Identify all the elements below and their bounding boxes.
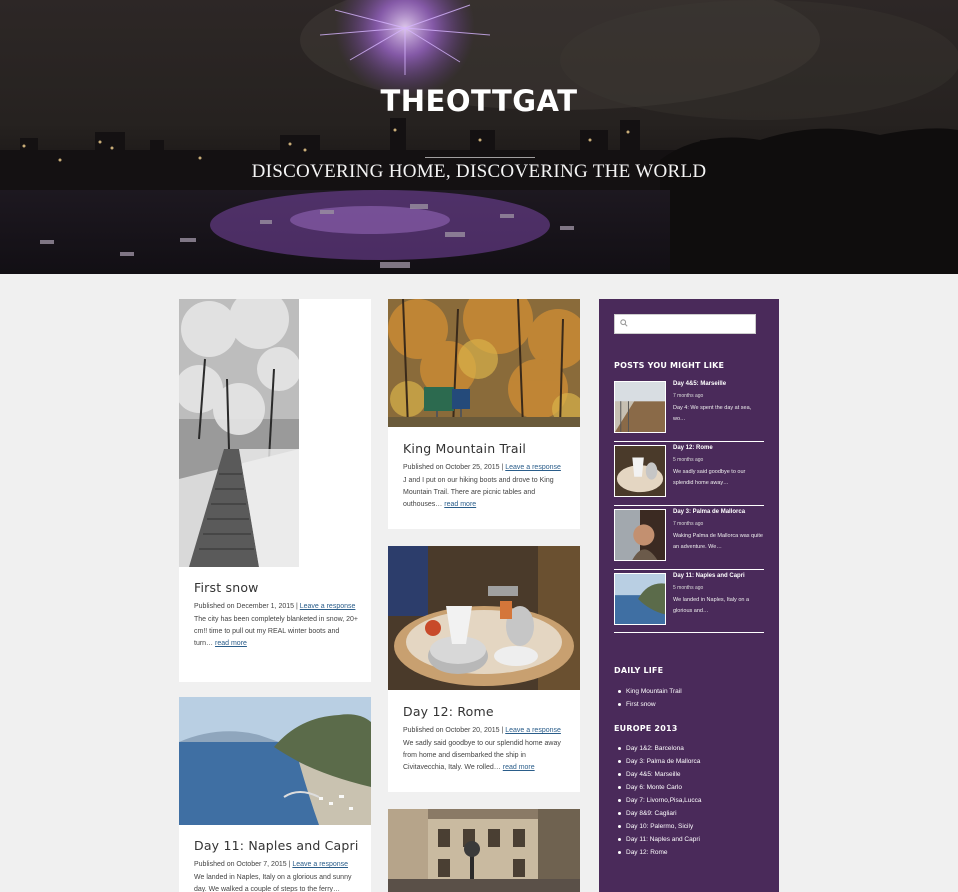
post-card-partial [388, 809, 580, 892]
category-link[interactable]: Day 11: Naples and Capri [614, 833, 702, 846]
daily-life-heading: DAILY LIFE [614, 666, 664, 675]
post-thumbnail-street[interactable] [388, 809, 580, 892]
category-link[interactable]: Day 7: Livorno,Pisa,Lucca [614, 794, 702, 807]
sidebar: POSTS YOU MIGHT LIKE Day 4&5: Marseille … [599, 299, 779, 892]
related-post-thumbnail[interactable] [614, 509, 666, 561]
europe-2013-list: Day 1&2: Barcelona Day 3: Palma de Mallo… [614, 742, 702, 859]
header-divider [425, 157, 535, 158]
leave-response-link[interactable]: Leave a response [505, 464, 561, 471]
divider [614, 441, 764, 442]
header-background-image [0, 0, 958, 274]
post-thumbnail-king-mountain[interactable] [388, 299, 580, 427]
post-title[interactable]: Day 12: Rome [403, 704, 568, 719]
leave-response-link[interactable]: Leave a response [300, 603, 356, 610]
read-more-link[interactable]: read more [503, 764, 535, 771]
related-post-thumbnail[interactable] [614, 381, 666, 433]
related-post[interactable]: Day 11: Naples and Capri 5 months ago We… [614, 571, 764, 631]
category-link[interactable]: Day 3: Palma de Mallorca [614, 755, 702, 768]
search-icon [620, 319, 628, 327]
post-date: Published on October 7, 2015 [194, 861, 287, 868]
site-tagline: DISCOVERING HOME, DISCOVERING THE WORLD [251, 161, 707, 182]
category-link[interactable]: Day 10: Palermo, Sicily [614, 820, 702, 833]
category-link[interactable]: Day 12: Rome [614, 846, 702, 859]
related-post-excerpt: We sadly said goodbye to our splendid ho… [673, 469, 746, 486]
post-card-first-snow: First snow Published on December 1, 2015… [179, 299, 371, 682]
post-card-day12-rome: Day 12: Rome Published on October 20, 20… [388, 546, 580, 792]
related-post-date: 5 months ago [673, 585, 704, 591]
category-link[interactable]: Day 6: Monte Carlo [614, 781, 702, 794]
post-title[interactable]: King Mountain Trail [403, 441, 568, 456]
post-card-day11-naples: Day 11: Naples and Capri Published on Oc… [179, 697, 371, 892]
related-post-date: 7 months ago [673, 521, 704, 527]
related-post-thumbnail[interactable] [614, 445, 666, 497]
read-more-link[interactable]: read more [444, 501, 476, 508]
related-post-excerpt: We landed in Naples, Italy on a glorious… [673, 597, 750, 614]
related-post-title[interactable]: Day 4&5: Marseille [673, 381, 726, 387]
posts-you-might-like-heading: POSTS YOU MIGHT LIKE [614, 361, 725, 370]
leave-response-link[interactable]: Leave a response [505, 727, 561, 734]
post-excerpt: We landed in Naples, Italy on a glorious… [194, 874, 352, 892]
related-post-excerpt: Waking Palma de Mallorca was quite an ad… [673, 533, 763, 550]
post-thumbnail-day12-rome[interactable] [388, 546, 580, 690]
related-post[interactable]: Day 12: Rome 5 months ago We sadly said … [614, 443, 764, 503]
category-link[interactable]: Day 8&9: Cagliari [614, 807, 702, 820]
site-header: THEOTTGAT DISCOVERING HOME, DISCOVERING … [0, 0, 958, 274]
category-link[interactable]: King Mountain Trail [614, 685, 682, 698]
related-post-title[interactable]: Day 12: Rome [673, 445, 713, 451]
post-thumbnail-day11-naples[interactable] [179, 697, 371, 825]
related-post-date: 7 months ago [673, 393, 704, 399]
related-post-thumbnail[interactable] [614, 573, 666, 625]
category-link[interactable]: First snow [614, 698, 682, 711]
post-date: Published on October 25, 2015 [403, 464, 500, 471]
related-post-excerpt: Day 4: We spent the day at sea, wo… [673, 405, 752, 422]
related-post[interactable]: Day 4&5: Marseille 7 months ago Day 4: W… [614, 379, 764, 439]
post-date: Published on December 1, 2015 [194, 603, 295, 610]
post-excerpt: J and I put on our hiking boots and drov… [403, 477, 554, 508]
post-date: Published on October 20, 2015 [403, 727, 500, 734]
post-card-king-mountain: King Mountain Trail Published on October… [388, 299, 580, 529]
divider [614, 569, 764, 570]
divider [614, 505, 764, 506]
post-excerpt: We sadly said goodbye to our splendid ho… [403, 740, 561, 771]
europe-2013-heading: EUROPE 2013 [614, 724, 678, 733]
site-title[interactable]: THEOTTGAT [0, 84, 958, 118]
category-link[interactable]: Day 4&5: Marseille [614, 768, 702, 781]
related-post-title[interactable]: Day 3: Palma de Mallorca [673, 509, 745, 515]
post-title[interactable]: Day 11: Naples and Capri [194, 838, 359, 853]
post-title[interactable]: First snow [194, 580, 359, 595]
related-post[interactable]: Day 3: Palma de Mallorca 7 months ago Wa… [614, 507, 764, 567]
leave-response-link[interactable]: Leave a response [292, 861, 348, 868]
category-link[interactable]: Day 1&2: Barcelona [614, 742, 702, 755]
divider [614, 632, 764, 633]
search-input[interactable] [614, 314, 756, 334]
post-thumbnail-first-snow[interactable] [179, 299, 299, 567]
related-post-date: 5 months ago [673, 457, 704, 463]
related-post-title[interactable]: Day 11: Naples and Capri [673, 573, 745, 579]
daily-life-list: King Mountain Trail First snow [614, 685, 682, 711]
read-more-link[interactable]: read more [215, 640, 247, 647]
